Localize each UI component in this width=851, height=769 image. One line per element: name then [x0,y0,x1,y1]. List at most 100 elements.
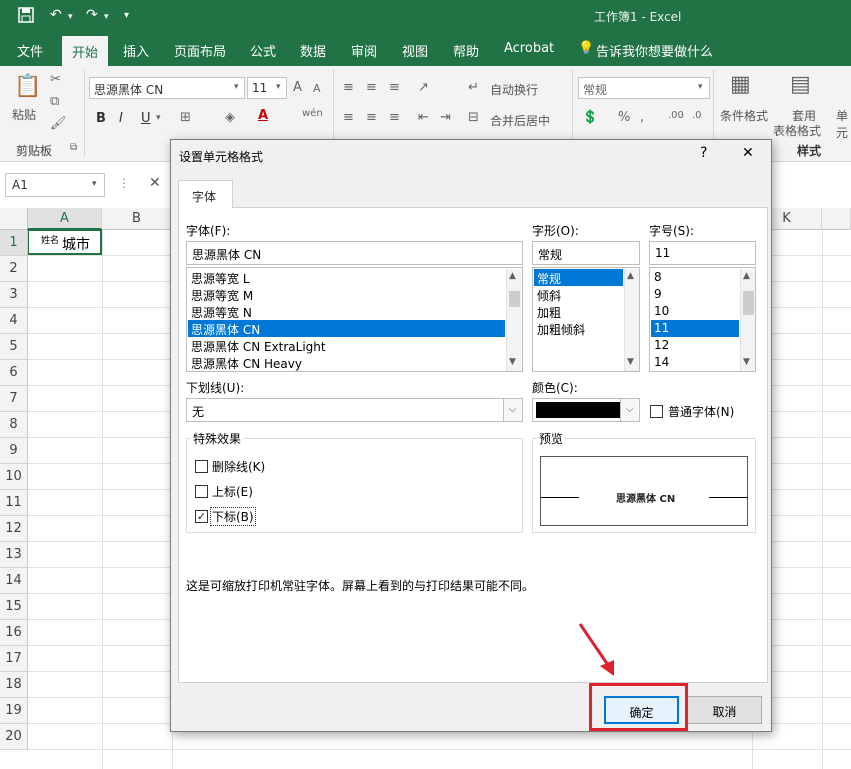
increase-indent-icon[interactable]: ⇥ [440,110,451,125]
list-item[interactable]: 8 [651,269,739,286]
cell-styles-button[interactable]: 单元 [836,107,851,141]
size-list-scrollbar[interactable]: ▲ ▼ [740,269,755,371]
merge-center-button[interactable]: 合并后居中 [490,112,550,129]
percent-icon[interactable]: % [618,110,630,125]
row-header[interactable]: 10 [0,464,28,490]
strikethrough-label[interactable]: 删除线(K) [212,458,265,475]
list-item[interactable]: 加粗倾斜 [534,320,623,337]
row-header[interactable]: 7 [0,386,28,412]
cut-icon[interactable]: ✂ [50,72,61,87]
list-item[interactable]: 思源等宽 M [188,286,505,303]
row-header[interactable]: 11 [0,490,28,516]
undo-dropdown-icon[interactable]: ▾ [68,12,73,22]
row-header[interactable]: 8 [0,412,28,438]
list-item[interactable]: 倾斜 [534,286,623,303]
number-format-box[interactable]: 常规 [578,77,710,99]
row-header[interactable]: 13 [0,542,28,568]
redo-dropdown-icon[interactable]: ▾ [104,12,109,22]
row-header[interactable]: 14 [0,568,28,594]
row-header[interactable]: 5 [0,334,28,360]
wrap-text-icon[interactable]: ↵ [468,80,479,95]
scroll-up-icon[interactable]: ▲ [743,271,750,281]
redo-icon[interactable]: ↷ [86,7,98,23]
scroll-thumb[interactable] [743,291,754,315]
accounting-icon[interactable]: 💲 [582,110,598,125]
chevron-down-icon[interactable]: ▾ [276,82,281,92]
font-style-input[interactable]: 常规 [532,241,640,265]
scroll-up-icon[interactable]: ▲ [627,271,634,281]
tab-font[interactable]: 字体 [178,180,233,208]
scroll-thumb[interactable] [509,291,520,307]
row-header[interactable]: 17 [0,646,28,672]
align-top-icon[interactable]: ≡ [343,80,354,95]
list-item[interactable]: 思源黑体 CN ExtraLight [188,337,505,354]
orientation-icon[interactable]: ↗ [418,80,429,95]
align-center-icon[interactable]: ≡ [366,110,377,125]
chevron-down-icon[interactable]: ▾ [698,82,703,92]
select-all-corner[interactable] [0,208,28,230]
normal-font-checkbox[interactable] [650,405,663,418]
row-header[interactable]: 1 [0,230,28,256]
font-style-listbox[interactable]: 常规 倾斜 加粗 加粗倾斜 ▲ ▼ [532,267,640,372]
list-item[interactable]: 思源黑体 CN [188,320,505,337]
column-header[interactable]: B [102,208,172,230]
dialog-launcher-icon[interactable]: ⧉ [70,142,77,153]
undo-icon[interactable]: ↶ [50,7,62,23]
list-item[interactable]: 加粗 [534,303,623,320]
list-item[interactable]: 11 [651,320,739,337]
cancel-button[interactable]: 取消 [687,696,762,724]
tab-home[interactable]: 开始 [62,36,109,66]
save-icon[interactable] [18,7,34,27]
row-header[interactable]: 3 [0,282,28,308]
tab-help[interactable]: 帮助 [453,41,479,60]
name-box[interactable]: A1 [5,173,105,197]
superscript-checkbox[interactable] [195,485,208,498]
increase-font-icon[interactable]: A [293,80,302,95]
list-item[interactable]: 14 [651,354,739,371]
normal-font-label[interactable]: 普通字体(N) [668,403,734,420]
font-color-select[interactable]: ⌵ [532,398,640,422]
decrease-indent-icon[interactable]: ⇤ [418,110,429,125]
scroll-down-icon[interactable]: ▼ [743,357,750,367]
row-header[interactable]: 6 [0,360,28,386]
chevron-down-icon[interactable]: ▾ [234,82,239,92]
row-header[interactable]: 2 [0,256,28,282]
comma-icon[interactable]: , [640,110,644,125]
merge-icon[interactable]: ⊟ [468,110,479,125]
tab-page-layout[interactable]: 页面布局 [174,41,226,60]
scroll-up-icon[interactable]: ▲ [509,271,516,281]
bold-button[interactable]: B [96,111,106,126]
cancel-icon[interactable]: ✕ [149,175,161,191]
row-header[interactable]: 15 [0,594,28,620]
column-header[interactable] [822,208,851,230]
copy-icon[interactable]: ⧉ [50,94,59,109]
wrap-text-button[interactable]: 自动换行 [490,81,538,98]
font-name-input[interactable]: 思源黑体 CN [186,241,523,265]
font-size-listbox[interactable]: 8 9 10 11 12 14 ▲ ▼ [649,267,756,372]
conditional-format-icon[interactable]: ▦ [730,72,751,97]
align-middle-icon[interactable]: ≡ [366,80,377,95]
font-size-input[interactable]: 11 [649,241,756,265]
subscript-checkbox[interactable]: ✓ [195,510,208,523]
underline-button[interactable]: U [141,111,151,126]
row-header[interactable]: 9 [0,438,28,464]
tell-me-search[interactable]: 告诉我你想要做什么 [596,41,713,60]
paste-icon[interactable]: 📋 [14,74,41,99]
format-painter-icon[interactable]: 🖌 [50,116,67,131]
decrease-font-icon[interactable]: A [313,82,321,95]
row-header[interactable]: 12 [0,516,28,542]
list-item[interactable]: 10 [651,303,739,320]
scroll-down-icon[interactable]: ▼ [627,357,634,367]
paste-label[interactable]: 粘贴 [12,106,36,123]
tab-file[interactable]: 文件 [17,41,43,60]
font-color-icon[interactable]: A [258,108,268,123]
row-header[interactable]: 20 [0,724,28,750]
italic-button[interactable]: I [119,111,123,126]
scroll-down-icon[interactable]: ▼ [509,357,516,367]
tab-data[interactable]: 数据 [300,41,326,60]
list-item[interactable]: 常规 [534,269,623,286]
list-item[interactable]: 9 [651,286,739,303]
strikethrough-checkbox[interactable] [195,460,208,473]
font-name-box[interactable]: 思源黑体 CN [89,77,245,99]
list-item[interactable]: 12 [651,337,739,354]
